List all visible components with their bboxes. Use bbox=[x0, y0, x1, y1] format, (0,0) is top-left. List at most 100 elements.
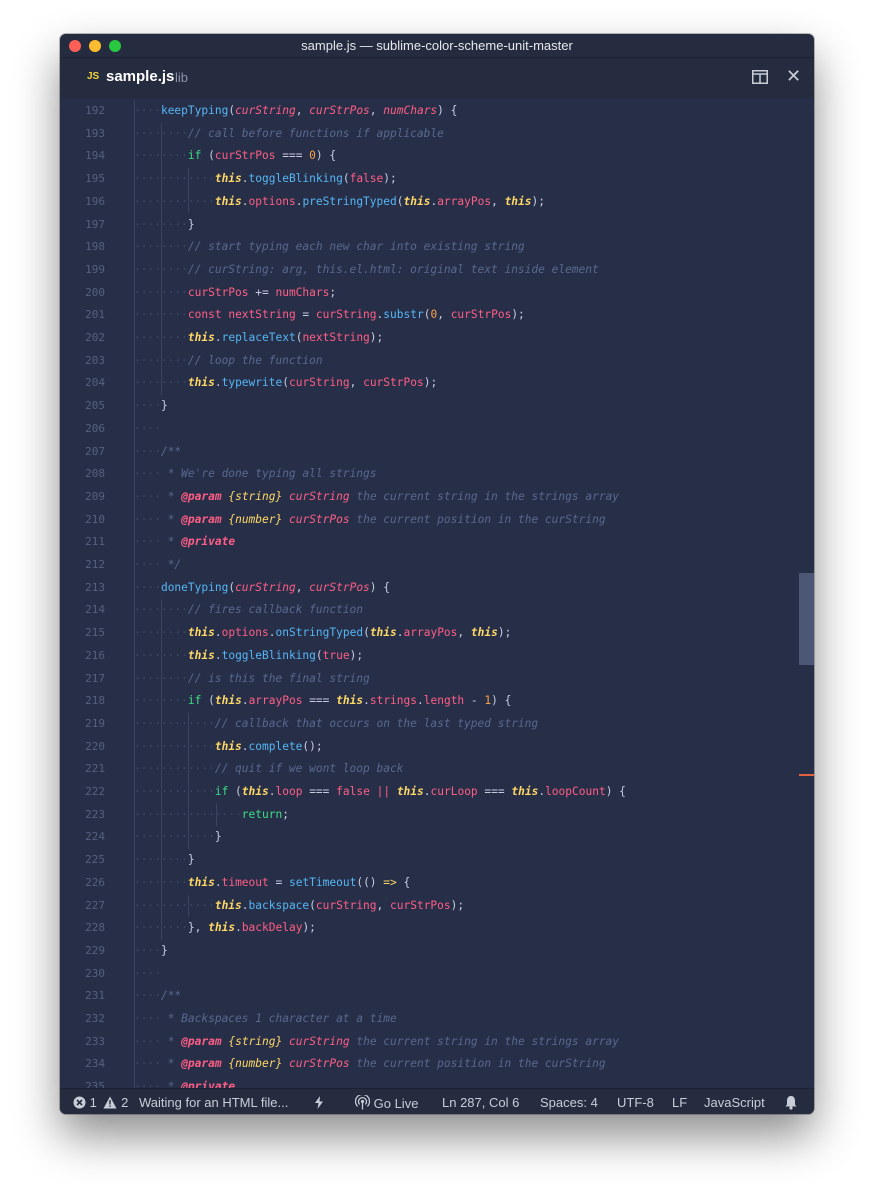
code-line[interactable]: 234 ···· * @param {number} curStrPos the … bbox=[60, 1053, 800, 1075]
go-live-button[interactable]: Go Live bbox=[355, 1095, 418, 1111]
close-icon[interactable]: ✕ bbox=[786, 67, 801, 85]
indent-whitespace: ········ bbox=[134, 875, 188, 889]
code-line[interactable]: 195 ············this.toggleBlinking(false… bbox=[60, 168, 800, 190]
code-token: setTimeout bbox=[288, 875, 357, 889]
code-token: . bbox=[214, 626, 222, 640]
line-number: 233 bbox=[85, 1034, 105, 1048]
code-token: */ bbox=[160, 558, 182, 571]
code-line[interactable]: 196 ············this.options.preStringTyp… bbox=[60, 191, 800, 213]
tab-sample-js[interactable]: JS sample.js lib bbox=[60, 58, 220, 98]
code-line[interactable]: 221 ············// quit if we wont loop b… bbox=[60, 758, 800, 780]
code-line[interactable]: 203 ········// loop the function bbox=[60, 350, 800, 372]
code-token: @param bbox=[181, 1057, 222, 1071]
code-token: if bbox=[187, 149, 202, 163]
code-token: this bbox=[403, 194, 431, 208]
code-line[interactable]: 219 ············// callback that occurs o… bbox=[60, 713, 800, 735]
line-number: 195 bbox=[85, 172, 105, 186]
code-token: } bbox=[160, 943, 168, 957]
code-token: curString bbox=[288, 489, 350, 503]
code-line[interactable]: 224 ············} bbox=[60, 826, 800, 848]
code-line[interactable]: 201 ········const nextString = curString.… bbox=[60, 304, 800, 326]
code-line[interactable]: 200 ········curStrPos += numChars; bbox=[60, 282, 800, 304]
code-token: curString bbox=[235, 580, 296, 594]
code-line[interactable]: 199 ········// curString: arg, this.el.ht… bbox=[60, 259, 800, 281]
code-token: this bbox=[214, 172, 242, 186]
line-number: 228 bbox=[85, 921, 105, 935]
code-line[interactable]: 193 ········// call before functions if a… bbox=[60, 123, 800, 145]
code-line[interactable]: 228 ········}, this.backDelay); bbox=[60, 917, 800, 939]
code-line[interactable]: 229 ····} bbox=[60, 940, 800, 962]
code-editor[interactable]: 192 ····keepTyping(curString, curStrPos, … bbox=[60, 98, 814, 1088]
code-line[interactable]: 232 ···· * Backspaces 1 character at a ti… bbox=[60, 1008, 800, 1030]
code-token: . bbox=[423, 785, 431, 798]
code-line[interactable]: 205 ····} bbox=[60, 395, 800, 417]
error-count: 1 bbox=[89, 1095, 97, 1110]
code-line[interactable]: 214 ········// fires callback function bbox=[60, 599, 800, 621]
code-token: curStrPos bbox=[390, 898, 451, 912]
code-token: } bbox=[160, 399, 168, 413]
code-line[interactable]: 192 ····keepTyping(curString, curStrPos, … bbox=[60, 100, 800, 122]
line-code: ····} bbox=[134, 395, 168, 417]
code-token: . bbox=[396, 626, 404, 640]
code-line[interactable]: 231 ····/** bbox=[60, 985, 800, 1007]
code-line[interactable]: 223 ················return; bbox=[60, 804, 800, 826]
code-token: this bbox=[369, 626, 397, 640]
code-line[interactable]: 198 ········// start typing each new char… bbox=[60, 236, 800, 258]
code-line[interactable]: 233 ···· * @param {string} curString the … bbox=[60, 1031, 800, 1053]
language-mode[interactable]: JavaScript bbox=[704, 1095, 765, 1110]
code-line[interactable]: 215 ········this.options.onStringTyped(th… bbox=[60, 622, 800, 644]
code-line[interactable]: 213 ····doneTyping(curString, curStrPos) … bbox=[60, 577, 800, 599]
code-token: this bbox=[396, 785, 424, 798]
indent-whitespace: ········ bbox=[134, 285, 188, 299]
encoding-setting[interactable]: UTF-8 bbox=[617, 1095, 654, 1110]
indent-whitespace: ········ bbox=[134, 308, 188, 322]
code-line[interactable]: 230 ···· bbox=[60, 963, 800, 985]
code-token: ) { bbox=[437, 104, 458, 117]
code-line[interactable]: 216 ········this.toggleBlinking(true); bbox=[60, 645, 800, 667]
warning-triangle-icon bbox=[103, 1096, 117, 1109]
line-code: ····keepTyping(curString, curStrPos, num… bbox=[134, 100, 457, 122]
code-line[interactable]: 209 ···· * @param {string} curString the … bbox=[60, 486, 800, 508]
line-code: ········// curString: arg, this.el.html:… bbox=[134, 259, 599, 281]
code-line[interactable]: 227 ············this.backspace(curString,… bbox=[60, 895, 800, 917]
code-token: . bbox=[241, 898, 249, 912]
code-line[interactable]: 217 ········// is this the final string bbox=[60, 668, 800, 690]
code-token: * bbox=[160, 512, 182, 526]
line-ending-setting[interactable]: LF bbox=[672, 1095, 687, 1110]
cursor-position[interactable]: Ln 287, Col 6 bbox=[442, 1095, 519, 1110]
problems-indicator[interactable]: 1 2 bbox=[73, 1095, 128, 1110]
code-line[interactable]: 235 ···· * @private bbox=[60, 1076, 800, 1088]
scrollbar-thumb[interactable] bbox=[799, 573, 814, 665]
code-token: , bbox=[457, 626, 471, 640]
split-pane-icon[interactable] bbox=[752, 70, 768, 84]
code-line[interactable]: 207 ····/** bbox=[60, 441, 800, 463]
code-line[interactable]: 222 ············if (this.loop === false |… bbox=[60, 781, 800, 803]
code-line[interactable]: 226 ········this.timeout = setTimeout(() … bbox=[60, 872, 800, 894]
code-token: keepTyping bbox=[160, 104, 229, 117]
code-line[interactable]: 208 ···· * We're done typing all strings bbox=[60, 463, 800, 485]
code-token: const bbox=[187, 308, 222, 322]
line-code: ············this.complete(); bbox=[134, 736, 323, 758]
code-line[interactable]: 218 ········if (this.arrayPos === this.st… bbox=[60, 690, 800, 712]
code-line[interactable]: 225 ········} bbox=[60, 849, 800, 871]
code-line[interactable]: 204 ········this.typewrite(curString, cur… bbox=[60, 372, 800, 394]
indentation-setting[interactable]: Spaces: 4 bbox=[540, 1095, 598, 1110]
code-token: . bbox=[214, 648, 222, 662]
code-line[interactable]: 220 ············this.complete(); bbox=[60, 736, 800, 758]
indent-whitespace: ···· bbox=[134, 399, 161, 413]
line-number: 227 bbox=[85, 898, 105, 912]
code-line[interactable]: 212 ···· */ bbox=[60, 554, 800, 576]
code-line[interactable]: 206 ···· bbox=[60, 418, 800, 440]
code-line[interactable]: 194 ········if (curStrPos === 0) { bbox=[60, 145, 800, 167]
lightning-icon[interactable] bbox=[314, 1096, 324, 1109]
line-number: 194 bbox=[85, 149, 105, 163]
code-line[interactable]: 210 ···· * @param {number} curStrPos the … bbox=[60, 509, 800, 531]
code-line[interactable]: 202 ········this.replaceText(nextString); bbox=[60, 327, 800, 349]
code-line[interactable]: 211 ···· * @private bbox=[60, 531, 800, 553]
code-line[interactable]: 197 ········} bbox=[60, 214, 800, 236]
bell-icon[interactable] bbox=[784, 1095, 798, 1110]
code-token: . bbox=[241, 172, 249, 186]
line-code: ········}, this.backDelay); bbox=[134, 917, 316, 939]
